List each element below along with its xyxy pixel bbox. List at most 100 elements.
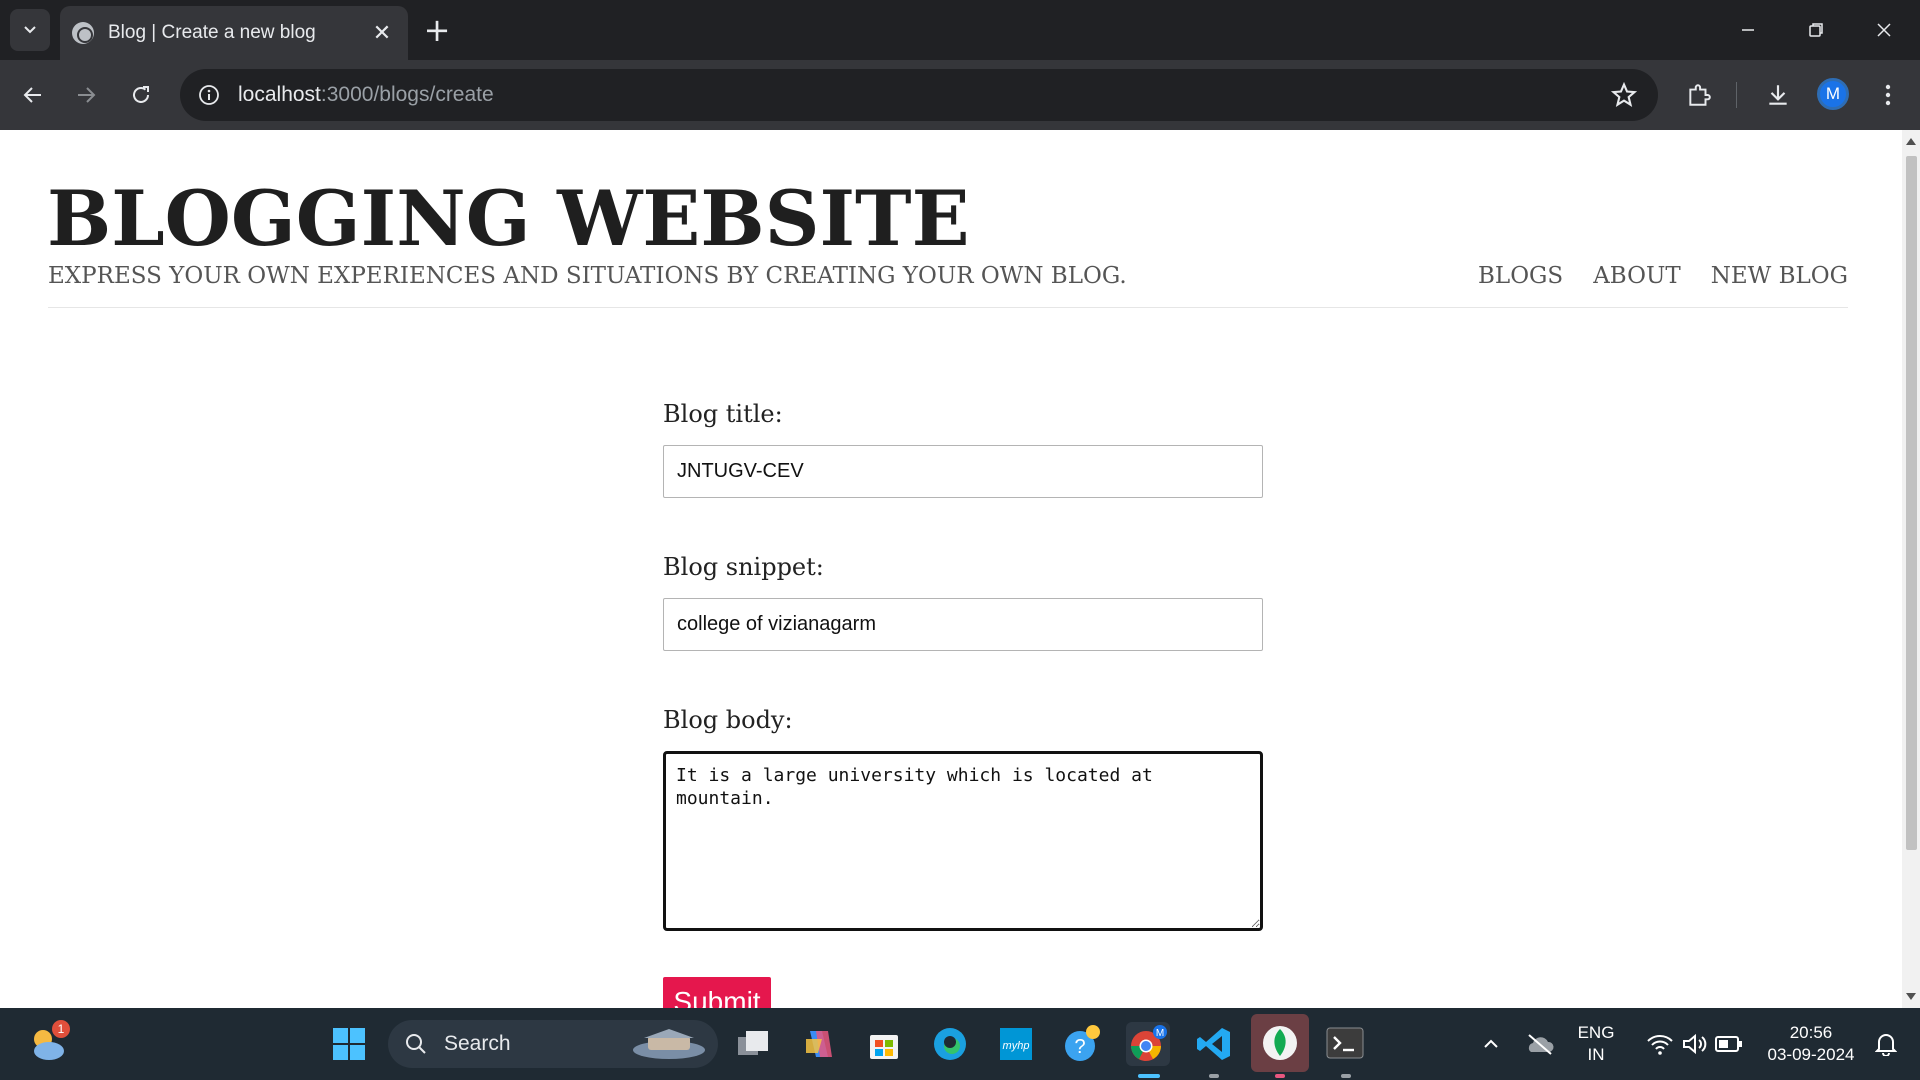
show-hidden-icons-button[interactable] xyxy=(1469,1022,1513,1066)
terminal-icon xyxy=(1326,1027,1364,1059)
browser-tab[interactable]: Blog | Create a new blog ✕ xyxy=(60,6,408,60)
copilot-icon xyxy=(806,1031,832,1057)
restore-button[interactable] xyxy=(1782,0,1850,60)
site-nav: BLOGS ABOUT NEW BLOG xyxy=(1478,263,1848,289)
help-icon: ? xyxy=(1065,1025,1100,1061)
download-icon xyxy=(1769,85,1787,105)
battery-icon xyxy=(1715,1036,1742,1052)
myhp-icon: myhp xyxy=(1000,1028,1032,1060)
svg-text:myhp: myhp xyxy=(1003,1040,1030,1052)
svg-text:?: ? xyxy=(1074,1036,1085,1058)
scroll-thumb[interactable] xyxy=(1906,156,1917,850)
new-tab-button[interactable]: + xyxy=(418,12,456,50)
mongodb-compass-app[interactable] xyxy=(1251,1014,1309,1072)
blog-title-input[interactable] xyxy=(663,445,1263,498)
weather-widget[interactable]: 1 xyxy=(26,1020,70,1066)
page-viewport: BLOGGING WEBSITE EXPRESS YOUR OWN EXPERI… xyxy=(0,130,1902,1008)
edge-browser-app[interactable] xyxy=(928,1022,972,1066)
vscode-running-indicator xyxy=(1209,1074,1219,1078)
weather-badge: 1 xyxy=(52,1020,70,1038)
chrome-menu-button[interactable] xyxy=(1870,77,1906,113)
page-scrollbar[interactable] xyxy=(1902,130,1920,1008)
close-icon xyxy=(1877,23,1891,37)
region-code: IN xyxy=(1587,1045,1605,1064)
submit-button[interactable]: Submit xyxy=(663,977,771,1008)
arrow-right-icon xyxy=(78,87,96,103)
header-divider xyxy=(48,307,1848,308)
notifications-button[interactable] xyxy=(1866,1022,1906,1066)
chevron-down-icon xyxy=(24,26,36,34)
profile-avatar[interactable]: M xyxy=(1817,78,1849,110)
vscode-app[interactable] xyxy=(1192,1022,1236,1066)
terminal-app[interactable] xyxy=(1323,1022,1367,1066)
back-button[interactable] xyxy=(10,72,56,118)
onedrive-offline-icon xyxy=(1528,1034,1554,1055)
quick-settings-button[interactable] xyxy=(1636,1022,1752,1066)
task-view-icon xyxy=(738,1031,768,1055)
chrome-icon: M xyxy=(1131,1025,1167,1061)
site-tagline: EXPRESS YOUR OWN EXPERIENCES AND SITUATI… xyxy=(48,263,1127,289)
minimize-icon xyxy=(1742,29,1754,31)
puzzle-icon xyxy=(1689,84,1711,106)
microsoft-store-app[interactable] xyxy=(862,1022,906,1066)
windows-taskbar: 1 Search myhp ? M ENG IN 20:56 03-09-202… xyxy=(0,1008,1920,1080)
downloads-button[interactable] xyxy=(1760,77,1796,113)
mongodb-leaf-icon xyxy=(1263,1026,1297,1060)
kebab-menu-icon xyxy=(1885,84,1891,106)
task-view-button[interactable] xyxy=(731,1022,775,1066)
site-info-icon[interactable] xyxy=(196,82,222,108)
nav-link-blogs[interactable]: BLOGS xyxy=(1478,263,1563,289)
get-help-app[interactable]: ? xyxy=(1060,1022,1104,1066)
bookmark-star-icon[interactable] xyxy=(1610,81,1638,109)
blog-body-textarea[interactable]: It is a large university which is locate… xyxy=(663,751,1263,931)
reload-icon xyxy=(133,86,149,103)
nav-link-new-blog[interactable]: NEW BLOG xyxy=(1711,263,1848,289)
minimize-button[interactable] xyxy=(1714,0,1782,60)
url-host: localhost xyxy=(238,83,321,106)
blog-body-label: Blog body: xyxy=(663,706,793,734)
chrome-app[interactable]: M xyxy=(1126,1022,1170,1066)
address-bar[interactable]: localhost:3000/blogs/create xyxy=(180,69,1658,121)
browser-tabstrip: Blog | Create a new blog ✕ + xyxy=(0,0,1920,60)
volume-icon xyxy=(1683,1033,1707,1055)
toolbar-divider xyxy=(1736,82,1737,108)
clock-date: 03-09-2024 xyxy=(1767,1045,1855,1064)
close-window-button[interactable] xyxy=(1850,0,1918,60)
chevron-up-icon xyxy=(1484,1039,1498,1048)
restore-icon xyxy=(1809,23,1823,37)
browser-toolbar: localhost:3000/blogs/create xyxy=(0,60,1920,130)
search-highlight-image-icon xyxy=(633,1029,705,1059)
forward-button[interactable] xyxy=(63,72,109,118)
terminal-running-indicator xyxy=(1341,1074,1351,1078)
start-button[interactable] xyxy=(327,1022,371,1066)
taskbar-search[interactable]: Search xyxy=(388,1020,718,1068)
tab-title: Blog | Create a new blog xyxy=(108,22,316,43)
scroll-up-arrow-icon[interactable] xyxy=(1906,138,1916,145)
search-label: Search xyxy=(444,1032,511,1055)
store-icon xyxy=(870,1035,898,1059)
language-code: ENG xyxy=(1577,1023,1615,1042)
chrome-active-indicator xyxy=(1138,1074,1160,1078)
site-title: BLOGGING WEBSITE xyxy=(47,174,970,263)
blog-snippet-label: Blog snippet: xyxy=(663,553,824,581)
url-path: :3000/blogs/create xyxy=(320,83,494,106)
mongodb-running-indicator xyxy=(1275,1074,1285,1078)
blog-snippet-input[interactable] xyxy=(663,598,1263,651)
extensions-button[interactable] xyxy=(1681,77,1717,113)
scroll-down-arrow-icon[interactable] xyxy=(1906,993,1916,1000)
clock-time: 20:56 xyxy=(1789,1023,1833,1042)
clock[interactable]: 20:56 03-09-2024 xyxy=(1756,1022,1866,1066)
bell-icon xyxy=(1875,1034,1897,1056)
myhp-app[interactable]: myhp xyxy=(994,1022,1038,1066)
tab-search-button[interactable] xyxy=(10,9,50,51)
blog-title-label: Blog title: xyxy=(663,400,783,428)
onedrive-button[interactable] xyxy=(1518,1022,1562,1066)
language-indicator[interactable]: ENG IN xyxy=(1574,1022,1618,1066)
wifi-icon xyxy=(1647,1035,1673,1055)
copilot-app[interactable] xyxy=(797,1022,841,1066)
nav-link-about[interactable]: ABOUT xyxy=(1593,263,1681,289)
edge-icon xyxy=(934,1028,966,1060)
reload-button[interactable] xyxy=(118,72,164,118)
vscode-icon xyxy=(1197,1028,1230,1060)
close-tab-icon[interactable]: ✕ xyxy=(368,21,396,46)
